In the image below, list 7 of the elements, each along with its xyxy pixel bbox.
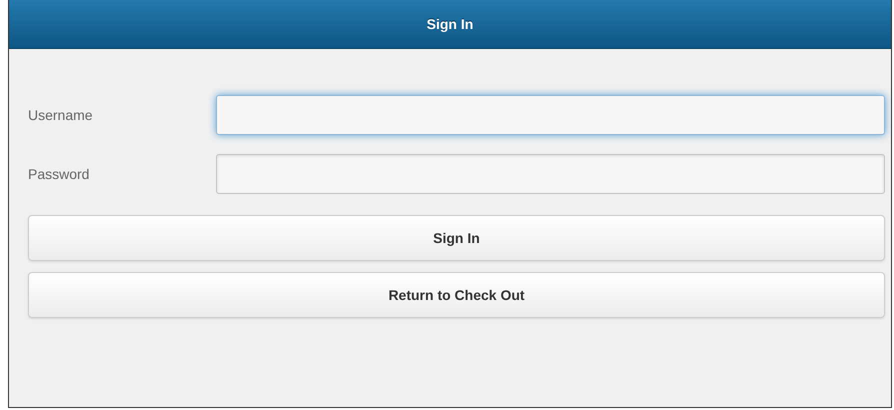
action-button[interactable]: Return to Check Out xyxy=(28,272,885,318)
input-field[interactable] xyxy=(216,154,885,194)
field-label: Username xyxy=(28,107,94,123)
field-label: Password xyxy=(28,166,90,182)
input-field[interactable] xyxy=(216,95,885,135)
header-title: Sign In xyxy=(426,16,474,32)
action-button[interactable]: Sign In xyxy=(28,215,885,261)
